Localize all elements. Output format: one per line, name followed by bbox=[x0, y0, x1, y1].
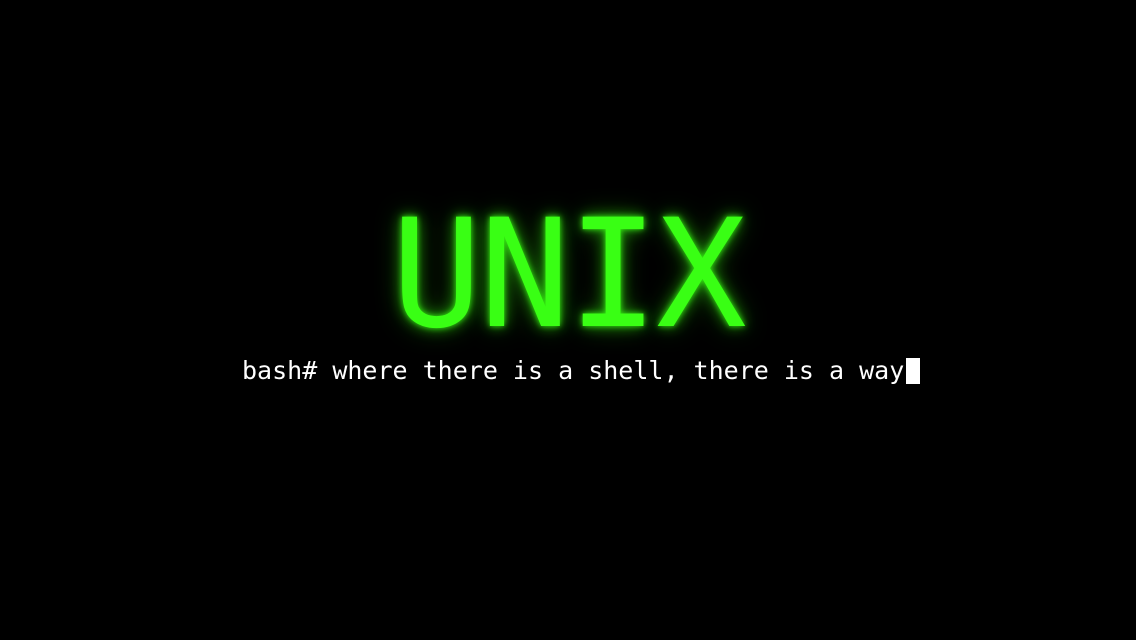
unix-title: UNIX bbox=[391, 188, 746, 362]
command-text: where there is a shell, there is a way bbox=[317, 356, 905, 385]
shell-prompt: bash# bbox=[242, 356, 318, 385]
command-line[interactable]: bash# where there is a shell, there is a… bbox=[242, 355, 921, 387]
terminal-screen: UNIX bash# where there is a shell, there… bbox=[0, 0, 1136, 640]
block-cursor bbox=[906, 358, 921, 384]
